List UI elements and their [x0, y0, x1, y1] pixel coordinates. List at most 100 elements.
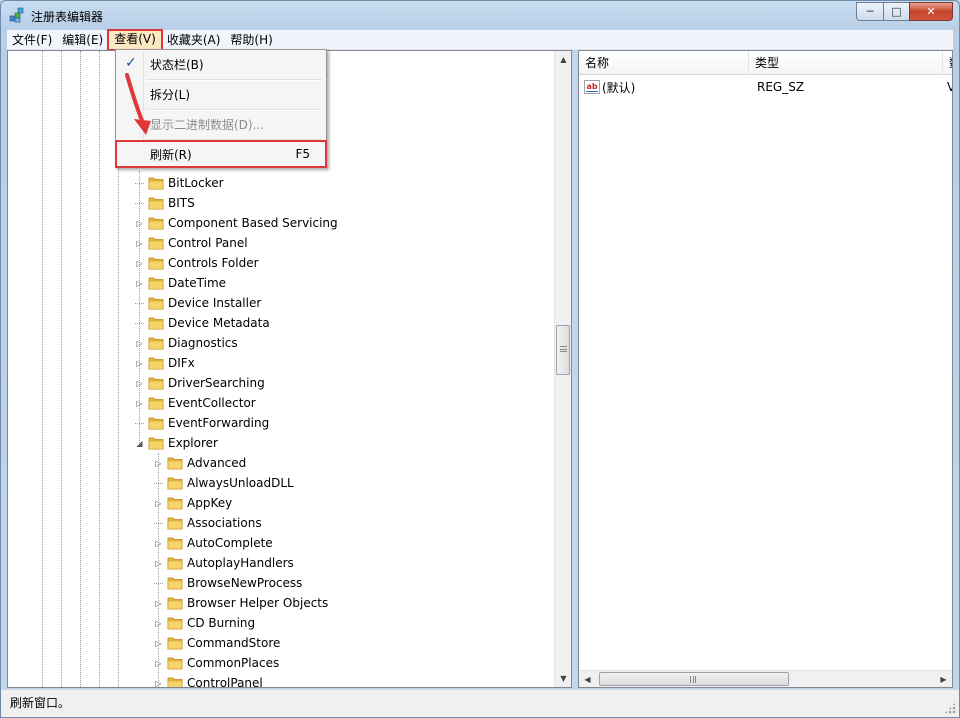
column-header-name[interactable]: 名称 — [579, 51, 749, 75]
tree-node-label: AlwaysUnloadDLL — [187, 476, 294, 490]
tree-node-label: BITS — [168, 196, 195, 210]
folder-icon — [167, 596, 183, 610]
menu-view[interactable]: 查看(V) — [107, 28, 163, 51]
tree-node[interactable]: ▷ Controls Folder — [135, 253, 258, 273]
tree-node-label: ControlPanel — [187, 676, 263, 688]
title-bar[interactable]: 注册表编辑器 ─ □ ✕ — [1, 1, 959, 31]
expand-arrow-icon[interactable]: ▷ — [135, 279, 144, 288]
folder-icon — [167, 636, 183, 650]
expand-arrow-icon[interactable]: ▷ — [154, 619, 163, 628]
tree-guide-line — [61, 51, 62, 687]
tree-node-label: Control Panel — [168, 236, 248, 250]
expand-arrow-icon[interactable]: ▷ — [135, 259, 144, 268]
tree-node[interactable]: ◢ Explorer — [135, 433, 218, 453]
list-scroll-thumb[interactable] — [599, 672, 789, 686]
values-list-pane[interactable]: 名称 类型 数 ab (默认) REG_SZ V ◀ ▶ — [578, 50, 953, 688]
tree-node[interactable]: ▷ CommonPlaces — [154, 653, 279, 673]
folder-icon — [148, 236, 164, 250]
expand-arrow-icon[interactable]: ▷ — [135, 399, 144, 408]
tree-node[interactable]: ▷ CommandStore — [154, 633, 280, 653]
folder-icon — [167, 576, 183, 590]
tree-connector — [135, 202, 144, 204]
tree-node[interactable]: ▷ Control Panel — [135, 233, 248, 253]
tree-node[interactable]: ▷ Advanced — [154, 453, 246, 473]
tree-node[interactable]: Associations — [154, 513, 262, 533]
scroll-down-arrow-icon[interactable]: ▼ — [555, 670, 571, 687]
tree-node[interactable]: Device Installer — [135, 293, 261, 313]
menu-help[interactable]: 帮助(H) — [225, 30, 277, 50]
tree-scroll-thumb[interactable] — [556, 325, 570, 375]
tree-node[interactable]: BrowseNewProcess — [154, 573, 302, 593]
value-row-default[interactable]: ab (默认) REG_SZ V — [579, 77, 952, 97]
list-horizontal-scrollbar[interactable]: ◀ ▶ — [579, 670, 952, 687]
tree-node[interactable]: ▷ AutoComplete — [154, 533, 273, 553]
grip-icon — [560, 346, 567, 352]
tree-node[interactable]: ▷ ControlPanel — [154, 673, 263, 688]
expand-arrow-icon[interactable]: ▷ — [154, 659, 163, 668]
tree-node[interactable]: ▷ EventCollector — [135, 393, 256, 413]
tree-node-label: Browser Helper Objects — [187, 596, 329, 610]
tree-node[interactable]: ▷ AppKey — [154, 493, 232, 513]
tree-node[interactable]: AlwaysUnloadDLL — [154, 473, 294, 493]
menu-item-refresh[interactable]: 刷新(R) F5 — [115, 140, 327, 168]
tree-node[interactable]: ▷ DIFx — [135, 353, 194, 373]
registry-editor-window: 注册表编辑器 ─ □ ✕ 文件(F) 编辑(E) 查看(V) 收藏夹(A) 帮助… — [0, 0, 960, 718]
expand-arrow-icon[interactable]: ▷ — [135, 359, 144, 368]
resize-grip-icon[interactable] — [944, 702, 956, 714]
maximize-button[interactable]: □ — [883, 2, 909, 21]
expand-arrow-icon[interactable]: ▷ — [135, 339, 144, 348]
expand-arrow-icon[interactable]: ▷ — [135, 239, 144, 248]
expand-arrow-icon[interactable]: ▷ — [154, 559, 163, 568]
tree-connector — [154, 582, 163, 584]
folder-icon — [148, 376, 164, 390]
tree-node-label: EventCollector — [168, 396, 256, 410]
expand-arrow-icon[interactable]: ▷ — [154, 639, 163, 648]
minimize-button[interactable]: ─ — [856, 2, 883, 21]
folder-icon — [167, 496, 183, 510]
expand-arrow-icon[interactable]: ▷ — [154, 599, 163, 608]
tree-node[interactable]: BITS — [135, 193, 195, 213]
expand-arrow-icon[interactable]: ▷ — [154, 539, 163, 548]
expand-arrow-icon[interactable]: ▷ — [154, 679, 163, 688]
tree-node-label: AutoComplete — [187, 536, 273, 550]
tree-node[interactable]: ▷ Browser Helper Objects — [154, 593, 328, 613]
close-button[interactable]: ✕ — [909, 2, 953, 21]
tree-node-label: Associations — [187, 516, 262, 530]
tree-node[interactable]: Device Metadata — [135, 313, 270, 333]
expand-arrow-icon[interactable]: ▷ — [135, 379, 144, 388]
folder-icon — [148, 356, 164, 370]
menu-separator — [146, 79, 322, 81]
tree-vertical-scrollbar[interactable]: ▲ ▼ — [554, 51, 571, 687]
tree-node[interactable]: ▷ AutoplayHandlers — [154, 553, 293, 573]
expand-arrow-icon[interactable]: ▷ — [154, 499, 163, 508]
tree-node[interactable]: ▷ CD Burning — [154, 613, 255, 633]
expand-arrow-icon[interactable]: ▷ — [154, 459, 163, 468]
tree-node[interactable]: EventForwarding — [135, 413, 269, 433]
folder-icon — [167, 536, 183, 550]
tree-node[interactable]: ▷ Diagnostics — [135, 333, 237, 353]
folder-icon — [167, 476, 183, 490]
tree-node[interactable]: ▷ DriverSearching — [135, 373, 264, 393]
folder-icon — [148, 196, 164, 210]
menu-item-label: 显示二进制数据(D)... — [150, 117, 265, 132]
tree-node[interactable]: ▷ DateTime — [135, 273, 226, 293]
menu-item-shortcut: F5 — [295, 147, 310, 161]
value-data: V — [947, 80, 952, 94]
expand-arrow-icon[interactable]: ▷ — [135, 219, 144, 228]
tree-node[interactable]: ▷ Component Based Servicing — [135, 213, 337, 233]
column-header-type[interactable]: 类型 — [749, 51, 943, 75]
scroll-left-arrow-icon[interactable]: ◀ — [579, 671, 596, 687]
list-header: 名称 类型 数 — [579, 51, 952, 75]
scroll-right-arrow-icon[interactable]: ▶ — [935, 671, 952, 687]
column-header-data[interactable]: 数 — [943, 51, 952, 75]
tree-node-label: Explorer — [168, 436, 218, 450]
menu-edit[interactable]: 编辑(E) — [57, 30, 108, 50]
menu-favorites[interactable]: 收藏夹(A) — [162, 30, 226, 50]
menu-file[interactable]: 文件(F) — [7, 30, 57, 50]
folder-icon — [148, 216, 164, 230]
folder-icon — [167, 456, 183, 470]
grip-icon — [690, 676, 696, 683]
scroll-up-arrow-icon[interactable]: ▲ — [555, 51, 571, 68]
collapse-arrow-icon[interactable]: ◢ — [135, 439, 144, 448]
tree-node[interactable]: BitLocker — [135, 173, 224, 193]
